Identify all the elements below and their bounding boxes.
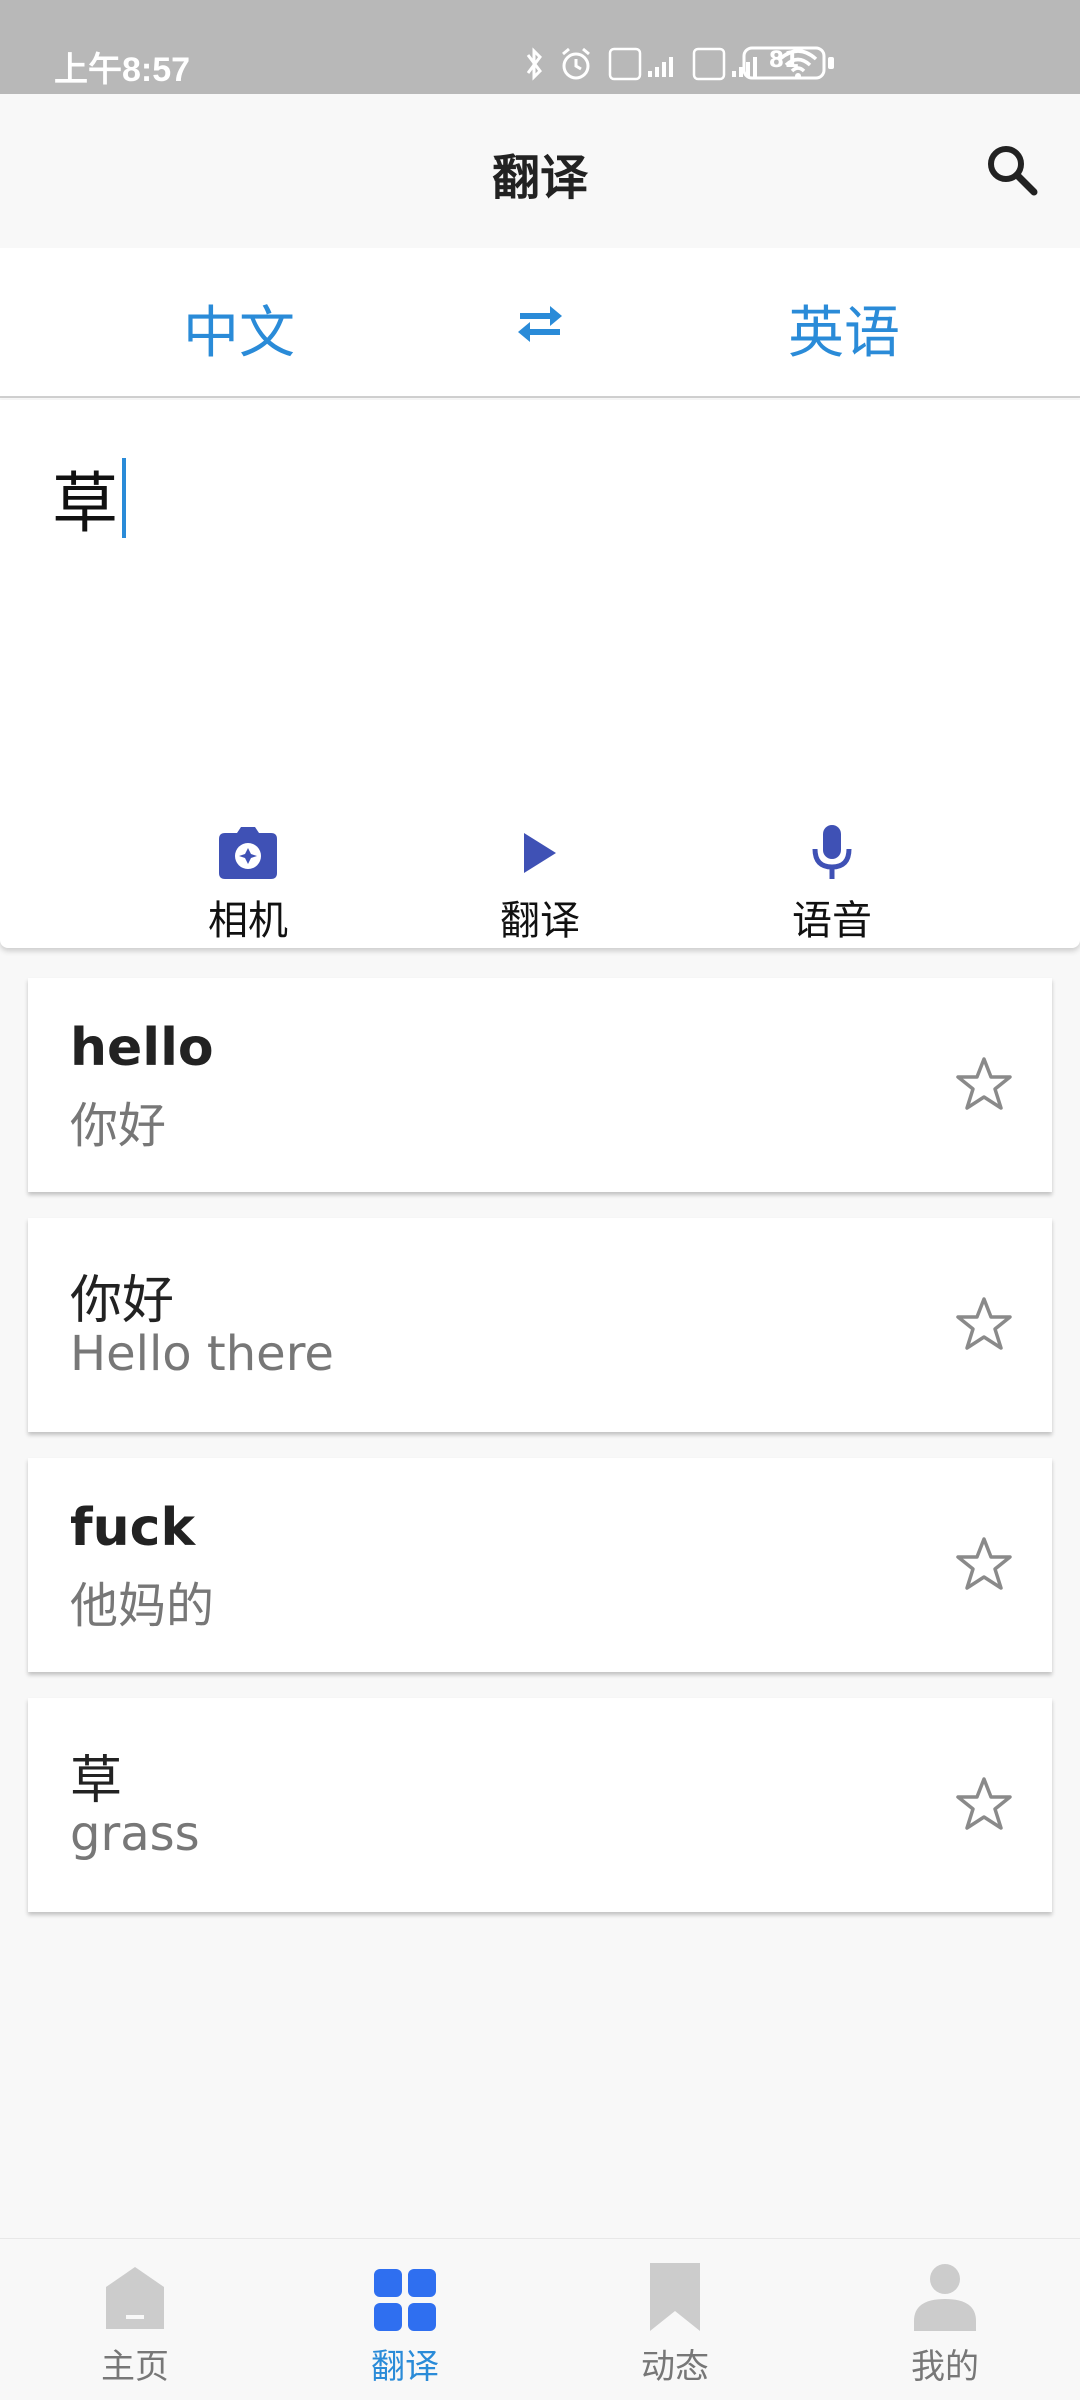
- nav-label-profile: 我的: [911, 2347, 979, 2387]
- status-time: 上午8:57: [54, 51, 191, 89]
- nav-label-translate: 翻译: [371, 2347, 439, 2387]
- nav-item-home[interactable]: 主页: [0, 2239, 270, 2400]
- source-language-button[interactable]: 中文: [183, 288, 295, 369]
- star-icon: [956, 1777, 1012, 1830]
- target-language-button[interactable]: 英语: [788, 288, 900, 369]
- volte-signal-icon: [608, 47, 673, 81]
- favorite-button[interactable]: [952, 1052, 1016, 1116]
- battery-indicator: 81: [742, 46, 836, 80]
- nav-item-translate[interactable]: 翻译: [270, 2239, 540, 2400]
- star-icon: [956, 1297, 1012, 1350]
- bookmark-icon: [650, 2263, 700, 2331]
- bottom-navigation: 主页 翻译 动态 我的: [0, 2238, 1080, 2400]
- nav-label-feed: 动态: [641, 2347, 709, 2387]
- history-source: 你好: [70, 1271, 175, 1331]
- status-bar: 上午8:57 81: [0, 0, 1080, 94]
- history-translation: Hello there: [70, 1326, 334, 1382]
- voice-label: 语音: [792, 898, 872, 944]
- nav-item-feed[interactable]: 动态: [540, 2239, 810, 2400]
- camera-icon: [219, 827, 277, 879]
- history-item[interactable]: hello 你好: [28, 978, 1052, 1192]
- alarm-icon: [562, 47, 590, 80]
- grid-icon: [374, 2269, 436, 2331]
- translation-input[interactable]: 草: [52, 450, 126, 546]
- favorite-button[interactable]: [952, 1772, 1016, 1836]
- history-source: hello: [70, 1018, 214, 1078]
- translate-button[interactable]: 翻译: [470, 820, 610, 950]
- history-translation: 你好: [70, 1098, 167, 1154]
- input-card: 草 相机 翻译 语音: [0, 400, 1080, 948]
- voice-button[interactable]: 语音: [762, 820, 902, 950]
- history-translation: 他妈的: [70, 1578, 215, 1634]
- battery-level: 81: [768, 48, 800, 73]
- nav-item-profile[interactable]: 我的: [810, 2239, 1080, 2400]
- history-item[interactable]: 你好 Hello there: [28, 1218, 1052, 1432]
- search-button[interactable]: [980, 138, 1044, 202]
- app-bar: 翻译: [0, 94, 1080, 248]
- camera-label: 相机: [208, 898, 288, 944]
- nav-label-home: 主页: [101, 2347, 169, 2387]
- person-icon: [914, 2264, 976, 2331]
- microphone-icon: [812, 825, 852, 879]
- star-icon: [956, 1537, 1012, 1590]
- favorite-button[interactable]: [952, 1532, 1016, 1596]
- history-item[interactable]: fuck 他妈的: [28, 1458, 1052, 1672]
- favorite-button[interactable]: [952, 1292, 1016, 1356]
- history-item[interactable]: 草 grass: [28, 1698, 1052, 1912]
- history-source: fuck: [70, 1498, 196, 1558]
- search-icon: [988, 146, 1038, 196]
- history-source: 草: [70, 1751, 123, 1811]
- swap-icon: [518, 306, 562, 342]
- swap-languages-button[interactable]: [510, 294, 570, 354]
- text-caret: [122, 458, 126, 538]
- translate-label: 翻译: [500, 898, 580, 944]
- star-icon: [956, 1057, 1012, 1110]
- input-text: 草: [52, 465, 118, 542]
- history-translation: grass: [70, 1806, 200, 1862]
- play-icon: [524, 833, 556, 873]
- home-icon: [106, 2267, 164, 2329]
- bluetooth-icon: [526, 47, 542, 81]
- camera-button[interactable]: 相机: [178, 820, 318, 950]
- page-title: 翻译: [491, 150, 588, 206]
- language-bar: 中文 英语: [0, 248, 1080, 398]
